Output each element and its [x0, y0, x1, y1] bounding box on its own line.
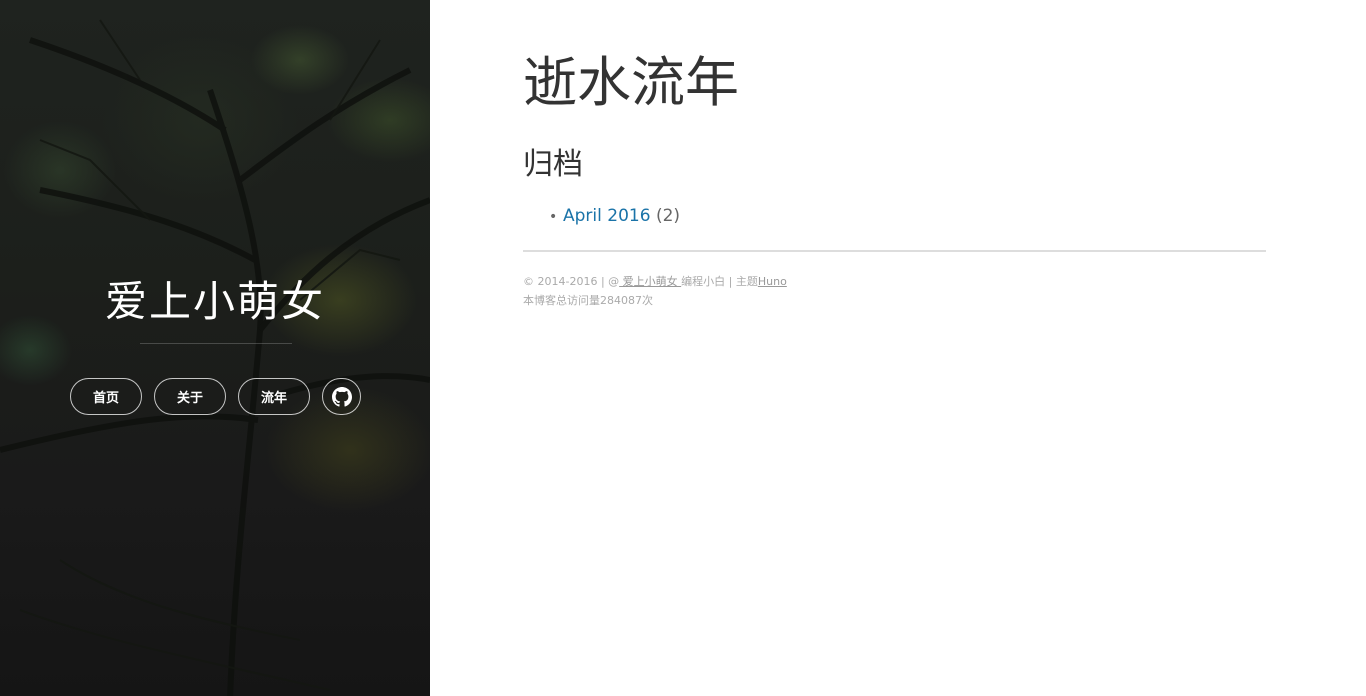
page-title: 逝水流年	[523, 51, 739, 114]
nav-archive-button[interactable]: 流年	[238, 378, 310, 415]
sidebar: 爱上小萌女 首页 关于 流年	[0, 0, 430, 696]
bullet-icon: •	[549, 209, 558, 225]
brand-divider	[140, 343, 292, 344]
archive-count: (2)	[655, 206, 681, 226]
copyright-text: © 2014-2016 | @	[523, 275, 620, 288]
github-icon	[331, 386, 352, 407]
site-title[interactable]: 爱上小萌女	[105, 276, 325, 328]
background-tree-image	[0, 19, 430, 696]
footer-copyright: © 2014-2016 | @ 爱上小萌女 编程小白 | 主题Huno	[523, 272, 787, 291]
section-title: 归档	[523, 147, 583, 182]
theme-link[interactable]: Huno	[758, 275, 787, 288]
visit-count: 本博客总访问量284087次	[523, 294, 653, 307]
archive-item: • April 2016 (2)	[549, 204, 680, 229]
nav-about-button[interactable]: 关于	[154, 378, 226, 415]
author-link[interactable]: 爱上小萌女	[619, 275, 681, 288]
archive-month-link[interactable]: April 2016	[563, 206, 651, 226]
sidebar-nav: 首页 关于 流年	[70, 378, 361, 415]
content-divider	[523, 250, 1266, 252]
nav-home-button[interactable]: 首页	[70, 378, 142, 415]
author-suffix: 编程小白 | 主题	[681, 275, 758, 288]
footer: © 2014-2016 | @ 爱上小萌女 编程小白 | 主题Huno 本博客总…	[523, 272, 787, 310]
github-button[interactable]	[322, 378, 361, 415]
archive-list: • April 2016 (2)	[549, 204, 680, 229]
